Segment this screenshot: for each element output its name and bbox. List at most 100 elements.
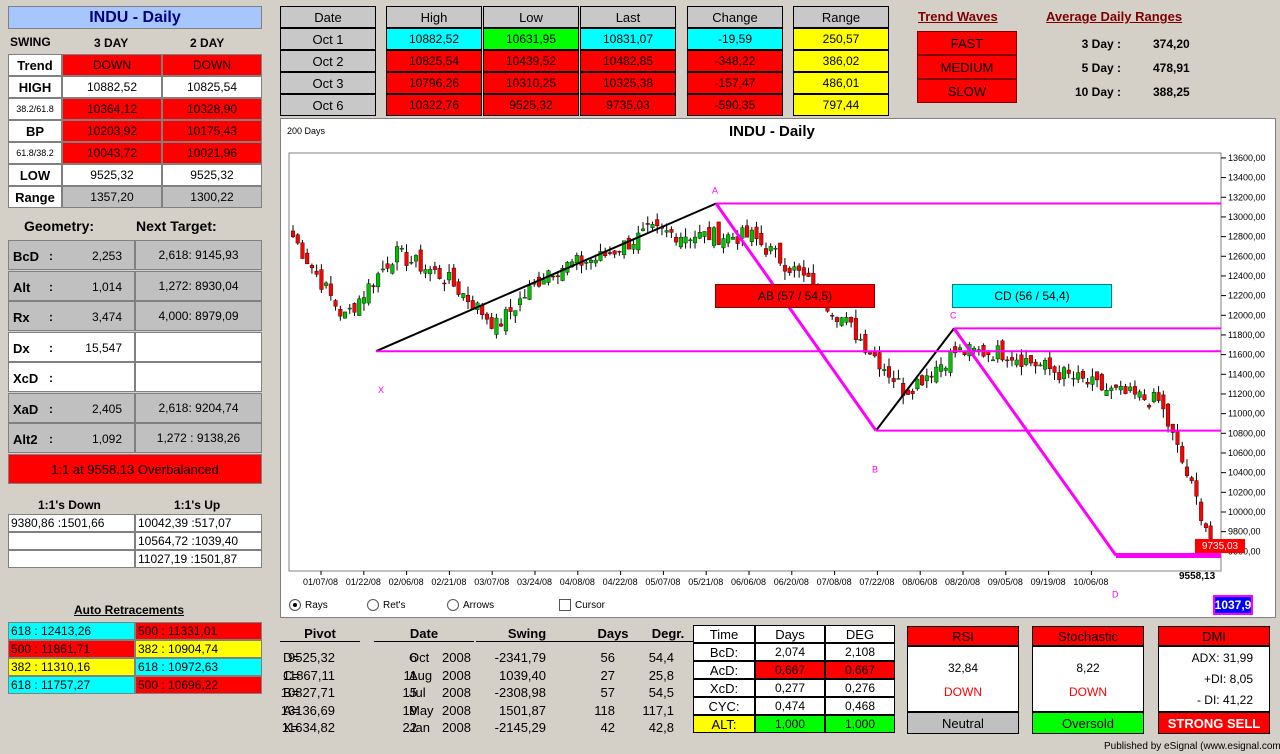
- swing-3day-value: 9525,32: [62, 164, 162, 186]
- candle-body: [1085, 382, 1090, 385]
- quote-header: Date: [280, 6, 376, 28]
- ones-up-title: 1:1's Up: [174, 498, 221, 512]
- pivot-m: Jul: [409, 685, 426, 700]
- candle-body: [1208, 525, 1213, 539]
- col-2day: 2 DAY: [190, 36, 225, 50]
- rsi-value: 32,84: [947, 661, 979, 675]
- radio-rets[interactable]: Ret's: [367, 597, 405, 613]
- time-deg: 0,667: [825, 661, 895, 679]
- checkbox-box[interactable]: [559, 599, 571, 611]
- retracement-right: 500 : 11331,01: [135, 622, 262, 640]
- candle-body: [764, 248, 769, 255]
- candle-body: [778, 242, 783, 264]
- pivot-g: 25,8: [648, 667, 674, 683]
- chart-panel[interactable]: 200 Days INDU - Daily 13600,00 13400,00 13…: [280, 118, 1276, 618]
- swing-2day-value: 10328,90: [162, 98, 262, 120]
- quote-cell: 797,44: [793, 94, 889, 116]
- pivot-s: -2145,29: [494, 720, 546, 735]
- candle-body: [300, 242, 305, 259]
- pivot-y: 2008: [442, 685, 471, 700]
- candle-body: [910, 390, 915, 394]
- geometry-row: Dx: 15,547: [8, 331, 135, 362]
- candle-body: [863, 334, 868, 353]
- swing-2day-value: 1300,22: [162, 186, 262, 208]
- candle-body: [513, 310, 518, 316]
- candle-body: [352, 303, 357, 313]
- x-tick-label: 01/22/08: [346, 577, 381, 587]
- time-label: AcD:: [693, 661, 755, 679]
- retracement-left: 382 : 11310,16: [8, 658, 135, 676]
- pivot-m: May: [409, 702, 434, 718]
- candle-body: [399, 248, 404, 250]
- radio-circle[interactable]: [447, 599, 459, 611]
- swing-row-label: Trend: [8, 54, 62, 76]
- candle-body: [418, 249, 423, 272]
- x-tick-label: 02/21/08: [431, 577, 466, 587]
- price-chart[interactable]: 13600,00 13400,00 13200,00 13000,00 12800,00…: [281, 119, 1277, 619]
- dmi-adx: ADX: 31,99: [1191, 651, 1253, 665]
- pivot-v: 13136,69: [280, 702, 335, 718]
- trend-wave-slow: SLOW: [917, 79, 1017, 103]
- candle-body: [361, 297, 366, 304]
- candle-body: [347, 307, 352, 310]
- candle-body: [1151, 392, 1156, 402]
- candle-body: [664, 230, 669, 233]
- pivot-header: Swing: [476, 626, 578, 642]
- quote-cell: -157,47: [687, 72, 783, 94]
- candle-body: [409, 261, 414, 264]
- candle-body: [886, 366, 891, 378]
- stoch-signal: DOWN: [1069, 685, 1107, 699]
- candle-body: [309, 264, 314, 269]
- radio-circle[interactable]: [367, 599, 379, 611]
- candle-body: [924, 375, 929, 382]
- quote-cell: 10831,07: [580, 28, 676, 50]
- candle-body: [343, 311, 348, 319]
- time-header: DEG: [825, 625, 895, 643]
- geometry-row: Rx: 3,474: [8, 301, 135, 331]
- time-days: 0,667: [755, 661, 825, 679]
- candle-body: [1009, 357, 1014, 361]
- swing-2day-value: 10175,43: [162, 120, 262, 142]
- retracement-left: 500 : 11861,71: [8, 640, 135, 658]
- candle-body: [868, 352, 873, 355]
- candle-body: [702, 231, 707, 237]
- swing-label: SWING: [10, 35, 51, 49]
- quote-cell: 10325,38: [580, 72, 676, 94]
- pivot-y: 2008: [442, 702, 471, 718]
- candle-body: [319, 269, 324, 290]
- x-tick-label: 08/06/08: [902, 577, 937, 587]
- adr-value: 374,20: [1153, 37, 1190, 51]
- pivot-s: -2341,79: [494, 650, 546, 665]
- candle-body: [588, 259, 593, 263]
- radio-circle[interactable]: [289, 599, 301, 611]
- candle-body: [929, 375, 934, 378]
- geometry-colon: :: [49, 249, 53, 263]
- candle-body: [730, 237, 735, 240]
- candle-body: [1005, 359, 1010, 362]
- ones-down-value: [8, 550, 135, 568]
- radio-rays[interactable]: Rays: [289, 597, 328, 613]
- candle-body: [844, 317, 849, 323]
- candle-body: [858, 338, 863, 341]
- geometry-value: 1,092: [91, 432, 122, 446]
- geometry-target: 2,618: 9145,93: [135, 240, 262, 270]
- candle-body: [711, 227, 716, 246]
- candle-body: [1203, 523, 1208, 528]
- candle-body: [466, 295, 471, 302]
- swing-2day-value: 10825,54: [162, 76, 262, 98]
- time-deg: 0,276: [825, 679, 895, 697]
- x-tick-label: 03/07/08: [474, 577, 509, 587]
- geometry-colon: :: [49, 401, 53, 416]
- x-tick-label: 03/24/08: [517, 577, 552, 587]
- pivot-m: Jan: [409, 720, 430, 735]
- pivot-m: Aug: [409, 667, 433, 683]
- radio-arrows[interactable]: Arrows: [447, 597, 494, 613]
- candle-body: [853, 317, 858, 340]
- cursor-checkbox[interactable]: Cursor: [559, 597, 605, 613]
- x-tick-label: 05/21/08: [688, 577, 723, 587]
- pivot-y: 2008: [442, 650, 471, 665]
- candle-body: [451, 267, 456, 287]
- quote-cell: Oct 2: [280, 50, 376, 72]
- trend-waves-title: Trend Waves: [918, 9, 998, 24]
- y-tick-label: 11600,00: [1228, 350, 1265, 360]
